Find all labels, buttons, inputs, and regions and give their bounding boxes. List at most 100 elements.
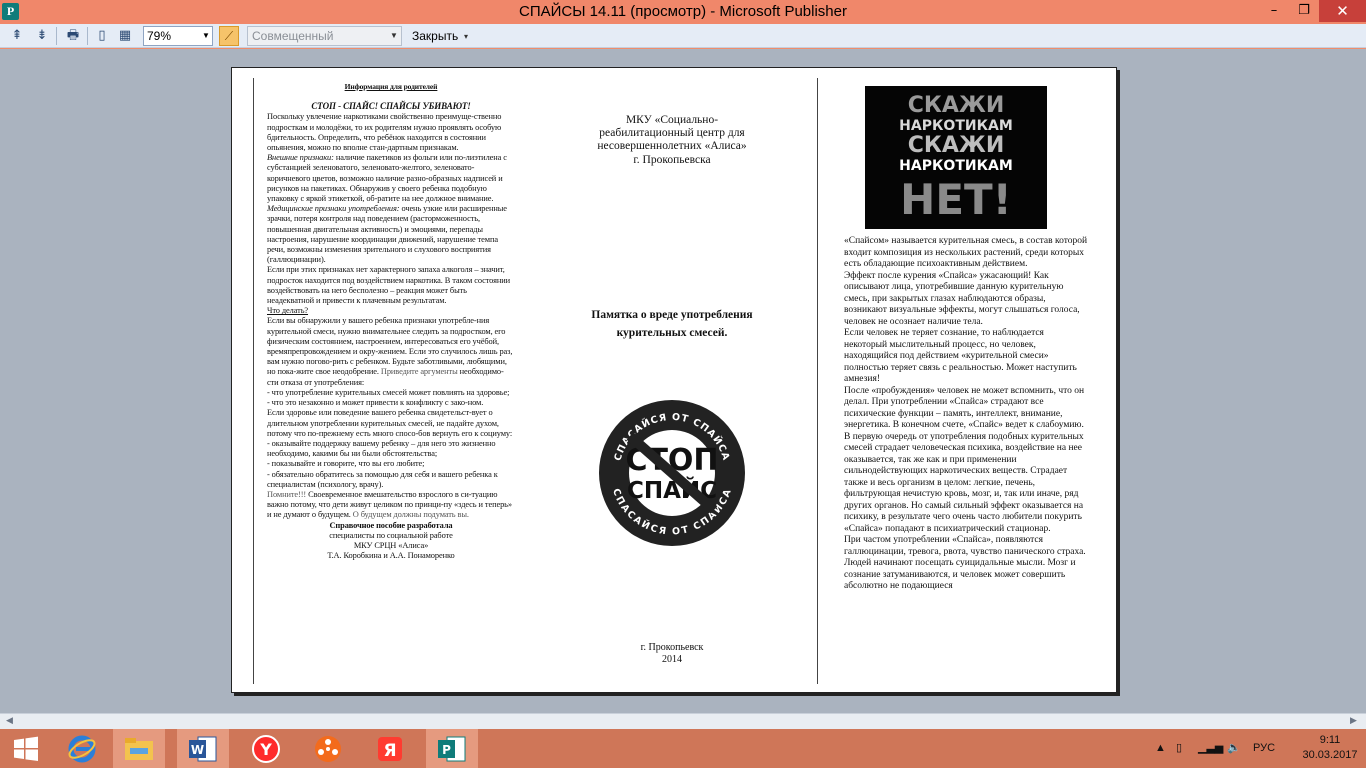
- network-signal-icon[interactable]: ▁▃▅: [1198, 729, 1223, 768]
- tray-overflow-icon[interactable]: ▲: [1155, 729, 1166, 768]
- print-icon[interactable]: 🖶: [64, 27, 82, 45]
- print-preview-toolbar: ⇞ ⇟ 🖶 ▯ ▦ 79% ▼ ⟋ Совмещенный ▼ Закрыть …: [0, 24, 1366, 48]
- memo-title: Памятка о вреде употребления курительных…: [532, 306, 812, 342]
- credit-line: МКУ СРЦН «Алиса»: [353, 540, 429, 550]
- medical-signs-paragraph: Медицинские признаки употребления: очень…: [267, 204, 515, 265]
- clock-date: 30.03.2017: [1302, 749, 1358, 761]
- device-icon[interactable]: ▯: [1176, 729, 1182, 768]
- memo-title-line: курительных смесей.: [616, 327, 728, 339]
- maximize-button[interactable]: ❐: [1289, 0, 1319, 22]
- poster-line-1-repeat: СКАЖИ: [908, 133, 1005, 158]
- remember-paragraph: Помните!!! Своевременное вмешательство в…: [267, 490, 515, 521]
- toolbar-separator: [56, 27, 57, 45]
- credit-line: специалисты по социальной работе: [329, 530, 453, 540]
- minimize-button[interactable]: –: [1259, 0, 1289, 22]
- fold-line: [817, 78, 818, 684]
- svg-text:W: W: [191, 743, 204, 757]
- grayscale-toggle-icon[interactable]: ⟋: [219, 26, 239, 46]
- credits: Справочное пособие разработала специалис…: [267, 521, 515, 562]
- what-to-do-paragraph: Если вы обнаружили у вашего ребенка приз…: [267, 316, 515, 387]
- credit-title: Справочное пособие разработала: [329, 520, 453, 530]
- footer-year: 2014: [662, 653, 682, 665]
- what-to-do-heading: Что делать?: [267, 306, 309, 316]
- horizontal-scrollbar[interactable]: ◀ ▶: [0, 713, 1366, 729]
- spice-info-text: «Спайсом» называется курительная смесь, …: [844, 236, 1089, 593]
- list-item: - оказывайте поддержку вашему ребенку – …: [267, 438, 496, 459]
- external-signs-label: Внешние признаки:: [267, 153, 334, 163]
- footer: г. Прокопьевск 2014: [532, 642, 812, 665]
- media-player-icon[interactable]: [302, 729, 354, 768]
- parents-info-header: Информация для родителей: [344, 82, 438, 91]
- title-bar: P СПАЙСЫ 14.11 (просмотр) - Microsoft Pu…: [0, 0, 1366, 24]
- list-item: - что это незаконно и может привести к к…: [267, 398, 484, 408]
- left-panel: Информация для родителей СТОП - СПАЙС! С…: [267, 82, 515, 561]
- poster-line-1: СКАЖИ: [908, 93, 1005, 118]
- file-explorer-icon[interactable]: [113, 729, 165, 768]
- slogan: СТОП - СПАЙС! СПАЙСЫ УБИВАЮТ!: [311, 101, 471, 112]
- list-item: - обязательно обратитесь за помощью для …: [267, 469, 498, 489]
- memo-title-line: Памятка о вреде употребления: [591, 309, 753, 321]
- paragraph: В первую очередь от употребления подобны…: [844, 431, 1084, 534]
- poster-line-2: НАРКОТИКАМ: [899, 118, 1013, 134]
- svg-text:Я: Я: [383, 741, 396, 761]
- arguments-label: Приведите аргументы: [380, 367, 458, 377]
- previous-page-icon[interactable]: ⇞: [8, 27, 26, 45]
- yandex-icon[interactable]: Y: [240, 729, 292, 768]
- next-page-icon[interactable]: ⇟: [33, 27, 51, 45]
- view-mode-select[interactable]: Совмещенный ▼: [247, 26, 402, 46]
- alcohol-paragraph: Если при этих признаках нет характерного…: [267, 265, 511, 306]
- middle-panel: МКУ «Социально- реабилитационный центр д…: [532, 68, 812, 688]
- org-line: несовершеннолетних «Алиса»: [597, 140, 747, 153]
- close-preview-button[interactable]: Закрыть: [407, 26, 463, 46]
- fold-line: [253, 78, 254, 684]
- org-line: МКУ «Социально-: [625, 114, 719, 126]
- internet-explorer-icon[interactable]: [56, 729, 108, 768]
- health-paragraph: Если здоровье или поведение вашего ребен…: [267, 408, 513, 438]
- scroll-right-icon[interactable]: ▶: [1350, 716, 1357, 726]
- word-icon[interactable]: W: [177, 729, 229, 768]
- publisher-taskbar-icon[interactable]: P: [426, 729, 478, 768]
- close-window-button[interactable]: ✕: [1319, 0, 1366, 22]
- taskbar: W Y Я P ▲ ▯ ▁▃▅ 🔈 РУС 9:11 30.03.2017: [0, 729, 1366, 768]
- poster-image: СКАЖИ НАРКОТИКАМ СКАЖИ НАРКОТИКАМ НЕТ!: [865, 86, 1047, 229]
- external-signs-paragraph: Внешние признаки: наличие пакетиков из ф…: [267, 153, 515, 204]
- paragraph: После «пробуждения» человек не может всп…: [844, 385, 1085, 431]
- volume-icon[interactable]: 🔈: [1227, 729, 1241, 768]
- windows-start-icon[interactable]: [0, 729, 52, 768]
- clock[interactable]: 9:11 30.03.2017: [1295, 733, 1365, 763]
- clock-time: 9:11: [1319, 734, 1341, 746]
- remember-label: Помните!!!: [267, 489, 307, 499]
- poster-line-2-repeat: НАРКОТИКАМ: [899, 158, 1013, 174]
- svg-text:P: P: [442, 743, 451, 757]
- paragraph: «Спайсом» называется курительная смесь, …: [844, 236, 1088, 269]
- svg-text:Y: Y: [259, 740, 272, 759]
- single-page-icon[interactable]: ▯: [93, 27, 111, 45]
- footer-city: г. Прокопьевск: [640, 642, 704, 653]
- chevron-down-icon[interactable]: ▼: [387, 27, 401, 45]
- poster-line-3: НЕТ!: [900, 175, 1012, 224]
- toolbar-separator: [87, 27, 88, 45]
- organization-name: МКУ «Социально- реабилитационный центр д…: [532, 114, 812, 167]
- org-line: г. Прокопьевска: [633, 153, 711, 166]
- paragraph: Если человек не теряет сознание, то набл…: [844, 328, 1077, 384]
- zoom-value: 79%: [147, 29, 172, 43]
- view-mode-value: Совмещенный: [252, 29, 334, 43]
- yandex-browser-icon[interactable]: Я: [364, 729, 416, 768]
- scroll-left-icon[interactable]: ◀: [6, 716, 13, 726]
- toolbar-options-icon[interactable]: ▾: [464, 32, 474, 46]
- say-no-to-drugs-poster: СКАЖИ НАРКОТИКАМ СКАЖИ НАРКОТИКАМ НЕТ!: [865, 86, 1047, 229]
- list-item: - показывайте и говорите, что вы его люб…: [267, 459, 425, 469]
- medical-signs-label: Медицинские признаки употребления:: [267, 204, 400, 214]
- multiple-pages-icon[interactable]: ▦: [116, 27, 134, 45]
- zoom-select[interactable]: 79% ▼: [143, 26, 213, 46]
- intro-paragraph: Поскольку увлечение наркотиками свойстве…: [267, 112, 502, 153]
- language-indicator[interactable]: РУС: [1253, 729, 1275, 768]
- brochure-page: Информация для родителей СТОП - СПАЙС! С…: [231, 67, 1117, 693]
- remember-tail: О будущем должны подумать вы.: [352, 510, 469, 520]
- window-title: СПАЙСЫ 14.11 (просмотр) - Microsoft Publ…: [519, 3, 847, 20]
- chevron-down-icon[interactable]: ▼: [200, 27, 212, 45]
- org-line: реабилитационный центр для: [599, 127, 745, 140]
- medical-signs-text: очень узкие или расширенные зрачки, поте…: [267, 204, 507, 265]
- stop-spice-logo: СПАСАЙСЯ ОТ СПАЙСА СПАСАЙСЯ ОТ СПАЙСА СТ…: [599, 400, 745, 546]
- list-item: - что употребление курительных смесей мо…: [267, 387, 510, 397]
